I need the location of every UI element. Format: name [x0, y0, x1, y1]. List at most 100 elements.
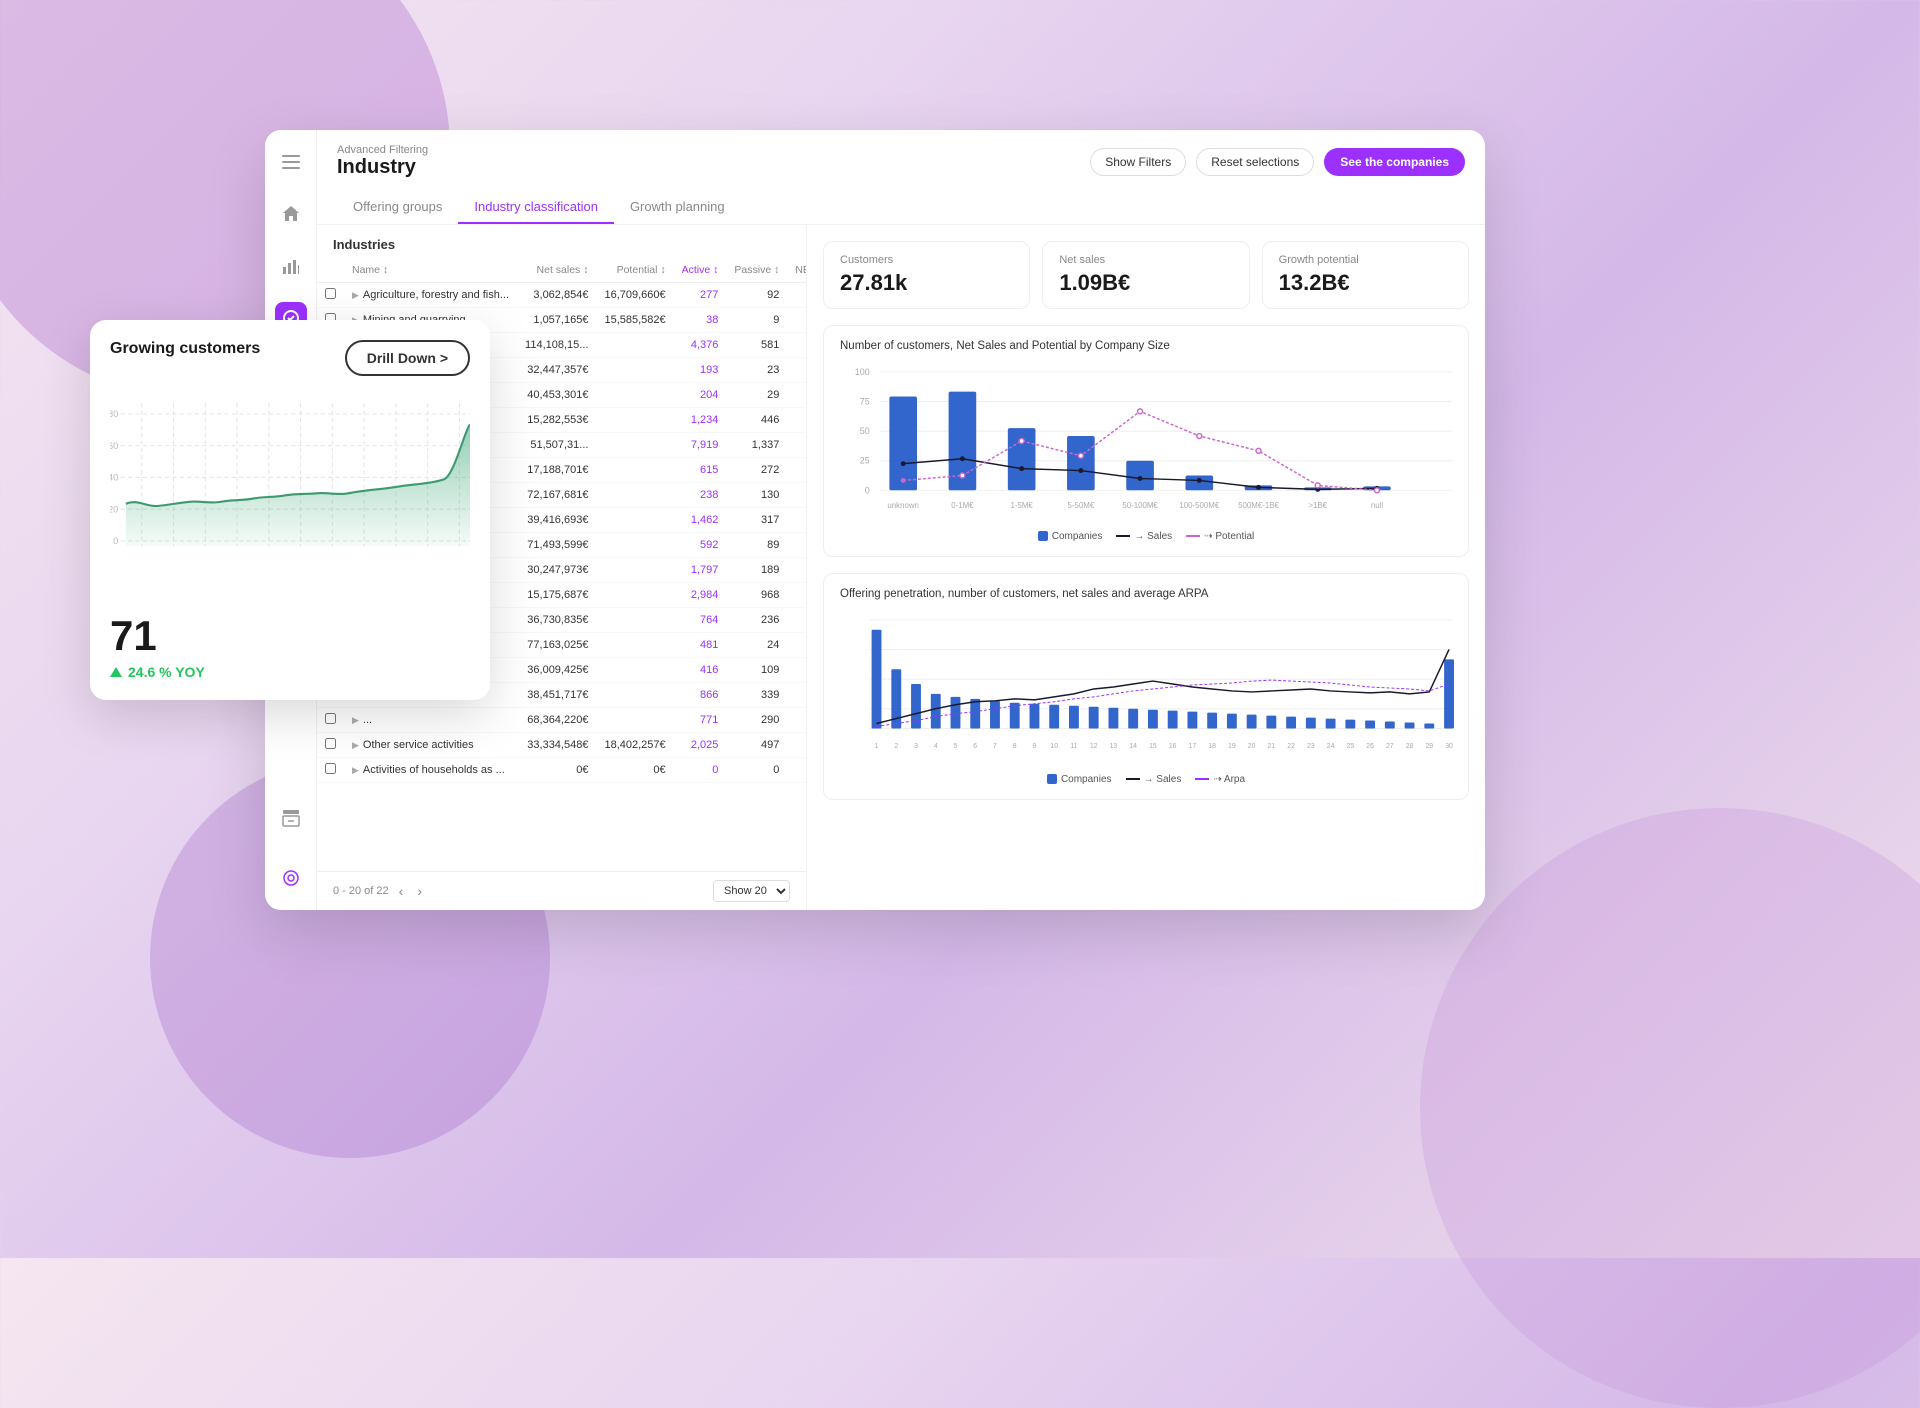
- expand-icon[interactable]: ▶: [352, 740, 359, 751]
- industries-heading: Industries: [317, 225, 806, 258]
- legend2-sales-color: [1126, 778, 1140, 780]
- row-passive: 92: [726, 283, 787, 308]
- svg-text:1-5M€: 1-5M€: [1010, 501, 1033, 510]
- row-net-sales: 68,364,220€: [517, 708, 596, 733]
- svg-text:1: 1: [875, 743, 879, 750]
- growing-customers-card: Growing customers Drill Down > 0 20 40 6…: [90, 320, 490, 700]
- table-row[interactable]: ▶ Activities of households as ... 0€ 0€ …: [317, 758, 806, 783]
- tab-offering-groups[interactable]: Offering groups: [337, 191, 458, 224]
- svg-text:0: 0: [113, 536, 118, 547]
- row-passive: 130: [726, 483, 787, 508]
- col-nb-target[interactable]: NB Target ↕: [787, 258, 806, 283]
- row-potential: [596, 358, 673, 383]
- see-companies-button[interactable]: See the companies: [1324, 148, 1465, 176]
- legend2-arpa: ⇢ Arpa: [1195, 774, 1245, 785]
- show-rows-select[interactable]: Show 20 Show 50: [713, 880, 790, 902]
- row-potential: [596, 508, 673, 533]
- svg-text:50-100M€: 50-100M€: [1122, 501, 1158, 510]
- svg-text:26: 26: [1366, 743, 1374, 750]
- row-active: 481: [674, 633, 727, 658]
- row-passive: 9: [726, 308, 787, 333]
- expand-icon[interactable]: ▶: [352, 290, 359, 301]
- svg-text:null: null: [1371, 501, 1384, 510]
- kpi-growth-label: Growth potential: [1279, 254, 1452, 266]
- row-passive: 290: [726, 708, 787, 733]
- row-name: ▶ Activities of households as ...: [344, 758, 517, 783]
- row-nb-target: 1: [787, 308, 806, 333]
- row-net-sales: 39,416,693€: [517, 508, 596, 533]
- kpi-customers: Customers 27.81k: [823, 241, 1030, 309]
- drill-down-button[interactable]: Drill Down >: [345, 340, 470, 376]
- svg-text:4: 4: [934, 743, 938, 750]
- table-row[interactable]: ▶ Agriculture, forestry and fish... 3,06…: [317, 283, 806, 308]
- row-potential: 16,709,660€: [596, 283, 673, 308]
- svg-text:unknown: unknown: [887, 501, 919, 510]
- table-row[interactable]: ▶ Other service activities 33,334,548€ 1…: [317, 733, 806, 758]
- row-potential: [596, 408, 673, 433]
- row-active: 866: [674, 683, 727, 708]
- sidebar-archive-icon[interactable]: [275, 802, 307, 834]
- row-nb-target: 9: [787, 733, 806, 758]
- svg-text:100-500M€: 100-500M€: [1179, 501, 1219, 510]
- tab-industry-classification[interactable]: Industry classification: [458, 191, 614, 224]
- expand-icon[interactable]: ▶: [352, 765, 359, 776]
- legend2-sales: → Sales: [1126, 774, 1182, 785]
- row-active: 2,984: [674, 583, 727, 608]
- row-checkbox[interactable]: [317, 708, 344, 733]
- tab-growth-planning[interactable]: Growth planning: [614, 191, 741, 224]
- sidebar-menu-icon[interactable]: [275, 146, 307, 178]
- svg-text:27: 27: [1386, 743, 1394, 750]
- row-active: 592: [674, 533, 727, 558]
- kpi-growth-value: 13.2B€: [1279, 270, 1452, 296]
- col-active[interactable]: Active ↕: [674, 258, 727, 283]
- pagination-next[interactable]: ›: [413, 881, 426, 901]
- svg-text:12: 12: [1090, 743, 1098, 750]
- header: Advanced Filtering Industry Show Filters…: [317, 130, 1485, 225]
- col-name[interactable]: Name ↕: [344, 258, 517, 283]
- chart-offering-penetration: Offering penetration, number of customer…: [823, 573, 1469, 800]
- legend-companies-label: Companies: [1052, 531, 1103, 542]
- svg-text:3: 3: [914, 743, 918, 750]
- header-top: Advanced Filtering Industry Show Filters…: [337, 144, 1465, 179]
- row-nb-target: 11: [787, 658, 806, 683]
- svg-text:0-1M€: 0-1M€: [951, 501, 974, 510]
- reset-selections-button[interactable]: Reset selections: [1196, 148, 1314, 176]
- col-net-sales[interactable]: Net sales ↕: [517, 258, 596, 283]
- row-nb-target: 137: [787, 408, 806, 433]
- row-net-sales: 36,009,425€: [517, 658, 596, 683]
- row-potential: [596, 333, 673, 358]
- legend-potential-label: ⇢ Potential: [1204, 531, 1254, 542]
- row-nb-target: 46: [787, 558, 806, 583]
- col-potential[interactable]: Potential ↕: [596, 258, 673, 283]
- pagination-prev[interactable]: ‹: [395, 881, 408, 901]
- svg-text:40: 40: [110, 473, 118, 484]
- sidebar-compass-icon[interactable]: [275, 862, 307, 894]
- row-potential: [596, 433, 673, 458]
- row-checkbox[interactable]: [317, 758, 344, 783]
- row-name: ▶ ...: [344, 708, 517, 733]
- main-content: Advanced Filtering Industry Show Filters…: [317, 130, 1485, 910]
- row-active: 193: [674, 358, 727, 383]
- pagination-info: 0 - 20 of 22: [333, 885, 389, 897]
- row-checkbox[interactable]: [317, 283, 344, 308]
- row-potential: [596, 583, 673, 608]
- table-row[interactable]: ▶ ... 68,364,220€ 771 290 16: [317, 708, 806, 733]
- row-nb-target: 18: [787, 683, 806, 708]
- svg-text:16: 16: [1169, 743, 1177, 750]
- chart2-title: Offering penetration, number of customer…: [840, 588, 1452, 600]
- chart2-legend: Companies → Sales ⇢ Arpa: [840, 774, 1452, 785]
- expand-icon[interactable]: ▶: [352, 715, 359, 726]
- col-passive[interactable]: Passive ↕: [726, 258, 787, 283]
- row-checkbox[interactable]: [317, 733, 344, 758]
- kpi-net-sales: Net sales 1.09B€: [1042, 241, 1249, 309]
- legend2-arpa-color: [1195, 778, 1209, 780]
- row-potential: [596, 608, 673, 633]
- svg-text:80: 80: [110, 409, 118, 420]
- show-filters-button[interactable]: Show Filters: [1090, 148, 1186, 176]
- row-nb-target: 29: [787, 533, 806, 558]
- yoy-value: 24.6 % YOY: [128, 664, 205, 680]
- sidebar-home-icon[interactable]: [275, 198, 307, 230]
- legend2-companies-label: Companies: [1061, 774, 1112, 785]
- sidebar-chart-icon[interactable]: [275, 250, 307, 282]
- row-active: 0: [674, 758, 727, 783]
